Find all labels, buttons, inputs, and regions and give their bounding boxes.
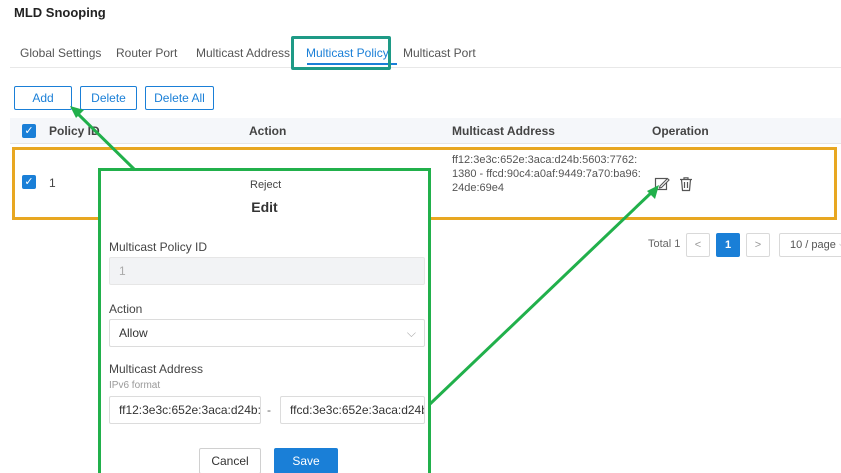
arrow-to-edit bbox=[428, 190, 654, 406]
cancel-button[interactable]: Cancel bbox=[199, 448, 261, 473]
address-label: Multicast Address bbox=[109, 362, 204, 376]
policy-id-label: Multicast Policy ID bbox=[109, 240, 208, 254]
prev-page-button[interactable]: < bbox=[686, 233, 710, 257]
tab-global-settings[interactable]: Global Settings bbox=[20, 46, 101, 60]
delete-all-button[interactable]: Delete All bbox=[145, 86, 214, 110]
address-separator: - bbox=[267, 403, 271, 417]
page-size-label: 10 / page bbox=[790, 239, 836, 251]
tab-multicast-port[interactable]: Multicast Port bbox=[403, 46, 476, 60]
dialog-title: Edit bbox=[251, 199, 278, 215]
address-end-field[interactable]: ffcd:3e3c:652e:3aca:d24b:5603:7762:1380 bbox=[280, 396, 425, 424]
select-all-checkbox[interactable]: ✓ bbox=[22, 124, 36, 138]
page-size-select[interactable]: 10 / page ⌵ bbox=[779, 233, 841, 257]
row-action: Reject bbox=[250, 179, 282, 191]
action-value: Allow bbox=[119, 326, 148, 340]
action-label: Action bbox=[109, 302, 143, 316]
table-header: ✓ Policy ID Action Multicast Address Ope… bbox=[10, 118, 841, 144]
address-start-field[interactable]: ff12:3e3c:652e:3aca:d24b:5603:7762:1380 bbox=[109, 396, 261, 424]
column-action: Action bbox=[249, 124, 287, 138]
column-multicast-address: Multicast Address bbox=[452, 124, 555, 138]
address-hint: IPv6 format bbox=[109, 380, 161, 391]
policy-id-field: 1 bbox=[109, 257, 425, 285]
tab-bar: Global Settings Router Port Multicast Ad… bbox=[10, 34, 841, 68]
next-page-button[interactable]: > bbox=[746, 233, 770, 257]
page-1-button[interactable]: 1 bbox=[716, 233, 740, 257]
column-policy-id: Policy ID bbox=[49, 124, 100, 138]
save-button[interactable]: Save bbox=[274, 448, 338, 473]
page-title: MLD Snooping bbox=[14, 5, 106, 20]
tab-multicast-address[interactable]: Multicast Address bbox=[196, 46, 290, 60]
action-select[interactable]: Allow ⌵ bbox=[109, 319, 425, 347]
pagination-total: Total 1 bbox=[648, 238, 681, 250]
tab-router-port[interactable]: Router Port bbox=[116, 46, 177, 60]
delete-button[interactable]: Delete bbox=[80, 86, 137, 110]
add-button[interactable]: Add bbox=[14, 86, 72, 110]
edit-dialog: Reject Edit Multicast Policy ID 1 Action… bbox=[98, 168, 431, 473]
tab-annotation-box bbox=[291, 36, 391, 70]
chevron-down-icon: ⌵ bbox=[406, 326, 416, 340]
column-operation: Operation bbox=[652, 124, 709, 138]
